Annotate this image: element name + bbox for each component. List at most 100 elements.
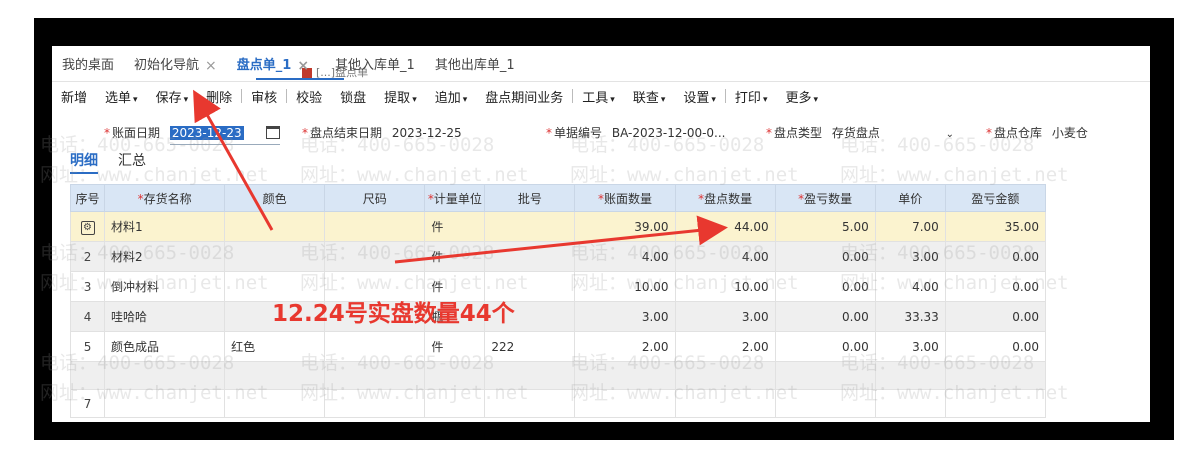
cell-idx[interactable] xyxy=(69,361,106,390)
book-date-field[interactable]: * 账面日期 2023-12-23 xyxy=(104,122,280,145)
toolbar-button-1[interactable]: 选单 ▾ xyxy=(96,87,147,106)
toolbar-button-7[interactable]: 提取 ▾ xyxy=(375,87,426,106)
cell-diff-qty[interactable]: 0.00 xyxy=(774,331,876,362)
doc-no-input[interactable]: BA-2023-12-00-0... xyxy=(612,122,726,144)
cell-diff-qty[interactable]: 0.00 xyxy=(774,301,876,332)
end-date-input[interactable]: 2023-12-25 xyxy=(392,122,462,144)
grid-column-header[interactable]: 颜色 xyxy=(224,184,326,212)
toolbar-button-11[interactable]: 联查 ▾ xyxy=(624,87,675,106)
cell-diff-amt[interactable] xyxy=(944,389,1047,418)
cell-book-qty[interactable]: 39.00 xyxy=(574,211,676,242)
grid-column-header[interactable]: *盈亏数量 xyxy=(774,184,876,212)
cell-size[interactable] xyxy=(324,211,426,242)
cell-diff-qty[interactable] xyxy=(774,389,876,418)
cell-idx[interactable]: 2 xyxy=(69,241,106,272)
toolbar-button-13[interactable]: 打印 ▾ xyxy=(726,87,777,106)
cell-count-qty[interactable]: 3.00 xyxy=(674,301,776,332)
toolbar-button-8[interactable]: 追加 ▾ xyxy=(426,87,477,106)
cell-batch[interactable] xyxy=(484,361,576,390)
count-type-field[interactable]: * 盘点类型 存货盘点 ⌄ xyxy=(766,122,954,144)
cell-book-qty[interactable] xyxy=(574,389,676,418)
tab-2[interactable]: 盘点单_1 × xyxy=(227,52,325,80)
cell-name[interactable]: 颜色成品 xyxy=(104,331,226,362)
toolbar-button-6[interactable]: 锁盘 xyxy=(331,87,375,106)
cell-diff-amt[interactable]: 0.00 xyxy=(944,271,1047,302)
cell-name[interactable]: 材料1 xyxy=(104,211,226,242)
cell-diff-amt[interactable]: 35.00 xyxy=(944,211,1047,242)
cell-diff-amt[interactable]: 0.00 xyxy=(944,301,1047,332)
cell-name[interactable]: 倒冲材料 xyxy=(104,271,226,302)
cell-diff-amt[interactable] xyxy=(944,361,1047,390)
cell-price[interactable] xyxy=(874,389,946,418)
cell-count-qty[interactable]: 4.00 xyxy=(674,241,776,272)
cell-idx[interactable]: 5 xyxy=(69,331,106,362)
cell-size[interactable] xyxy=(324,331,426,362)
toolbar-button-5[interactable]: 校验 xyxy=(287,87,331,106)
cell-count-qty[interactable] xyxy=(674,361,776,390)
table-row[interactable]: 7 xyxy=(69,389,1047,418)
table-row[interactable] xyxy=(69,361,1047,390)
cell-batch[interactable] xyxy=(484,211,576,242)
grid-column-header[interactable]: *账面数量 xyxy=(574,184,676,212)
cell-diff-amt[interactable]: 0.00 xyxy=(944,241,1047,272)
cell-diff-qty[interactable]: 5.00 xyxy=(774,211,876,242)
cell-price[interactable]: 4.00 xyxy=(874,271,946,302)
count-type-select[interactable]: 存货盘点 xyxy=(832,122,942,144)
cell-book-qty[interactable]: 10.00 xyxy=(574,271,676,302)
cell-idx[interactable]: ⚙ xyxy=(69,211,106,242)
cell-idx[interactable]: 3 xyxy=(69,271,106,302)
cell-book-qty[interactable]: 3.00 xyxy=(574,301,676,332)
cell-size[interactable] xyxy=(324,361,426,390)
cell-color[interactable]: 红色 xyxy=(224,331,326,362)
cell-unit[interactable]: 件 xyxy=(424,211,486,242)
cell-batch[interactable]: 222 xyxy=(484,331,576,362)
cell-batch[interactable] xyxy=(484,389,576,418)
cell-count-qty[interactable]: 2.00 xyxy=(674,331,776,362)
cell-idx[interactable]: 4 xyxy=(69,301,106,332)
toolbar-button-9[interactable]: 盘点期间业务 xyxy=(476,87,572,106)
cell-size[interactable] xyxy=(324,241,426,272)
cell-name[interactable] xyxy=(104,361,226,390)
gear-icon[interactable]: ⚙ xyxy=(80,220,95,235)
cell-price[interactable]: 33.33 xyxy=(874,301,946,332)
cell-price[interactable]: 3.00 xyxy=(874,331,946,362)
cell-book-qty[interactable] xyxy=(574,361,676,390)
grid-column-header[interactable]: 尺码 xyxy=(324,184,426,212)
cell-book-qty[interactable]: 4.00 xyxy=(574,241,676,272)
cell-unit[interactable]: 件 xyxy=(424,241,486,272)
toolbar-button-4[interactable]: 审核 xyxy=(242,87,286,106)
cell-diff-qty[interactable]: 0.00 xyxy=(774,271,876,302)
cell-batch[interactable] xyxy=(484,241,576,272)
close-icon[interactable]: × xyxy=(205,52,217,80)
calendar-icon[interactable] xyxy=(266,126,280,139)
toolbar-button-2[interactable]: 保存 ▾ xyxy=(147,87,198,106)
grid-column-header[interactable]: *盘点数量 xyxy=(674,184,776,212)
cell-name[interactable]: 材料2 xyxy=(104,241,226,272)
subtab-1[interactable]: 汇总 xyxy=(118,150,146,174)
grid-column-header[interactable]: 序号 xyxy=(69,184,106,212)
toolbar-button-0[interactable]: 新增 xyxy=(52,87,96,106)
cell-price[interactable]: 7.00 xyxy=(874,211,946,242)
cell-book-qty[interactable]: 2.00 xyxy=(574,331,676,362)
close-icon[interactable]: × xyxy=(297,52,309,80)
cell-color[interactable] xyxy=(224,211,326,242)
table-row[interactable]: ⚙ 材料1 件 39.00 44.00 5.00 7.00 35.00 xyxy=(69,211,1047,242)
cell-unit[interactable] xyxy=(424,389,486,418)
cell-name[interactable]: 哇哈哈 xyxy=(104,301,226,332)
table-row[interactable]: 3 倒冲材料件 10.00 10.00 0.00 4.00 0.00 xyxy=(69,271,1047,302)
cell-idx[interactable]: 7 xyxy=(69,389,106,418)
grid-column-header[interactable]: 盈亏金额 xyxy=(944,184,1047,212)
warehouse-field[interactable]: * 盘点仓库 小麦仓 xyxy=(986,122,1088,144)
tab-3[interactable]: 其他入库单_1 xyxy=(325,52,425,80)
doc-no-field[interactable]: * 单据编号 BA-2023-12-00-0... xyxy=(546,122,726,144)
cell-size[interactable] xyxy=(324,389,426,418)
cell-color[interactable] xyxy=(224,241,326,272)
tab-1[interactable]: 初始化导航 × xyxy=(124,52,227,80)
table-row[interactable]: 4 哇哈哈瓶 3.00 3.00 0.00 33.33 0.00 xyxy=(69,301,1047,332)
cell-price[interactable] xyxy=(874,361,946,390)
grid-column-header[interactable]: 批号 xyxy=(484,184,576,212)
toolbar-button-10[interactable]: 工具 ▾ xyxy=(573,87,624,106)
cell-diff-qty[interactable] xyxy=(774,361,876,390)
cell-count-qty[interactable]: 10.00 xyxy=(674,271,776,302)
cell-color[interactable] xyxy=(224,389,326,418)
